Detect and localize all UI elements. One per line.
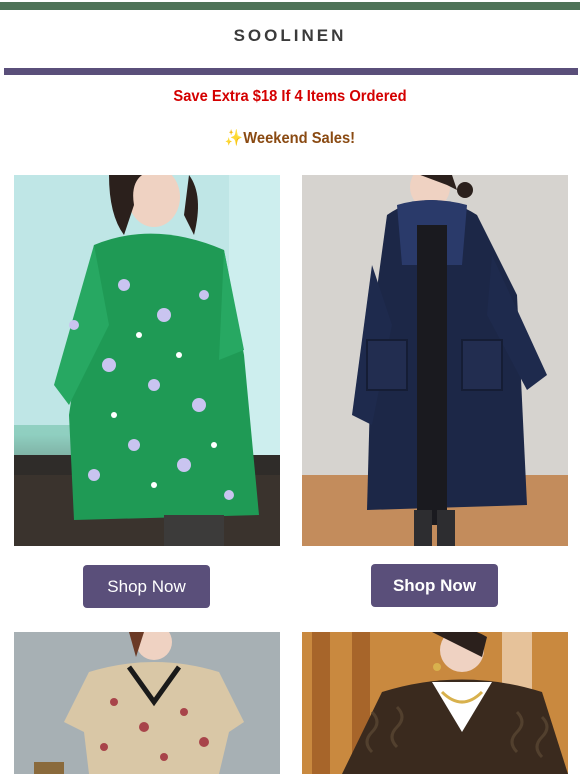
sparkles-icon: ✨ — [224, 130, 244, 147]
shop-now-button-1[interactable]: Shop Now — [83, 565, 210, 608]
navy-fleece-coat-illustration — [302, 175, 568, 546]
top-accent-bar — [0, 2, 580, 10]
weekend-sales-label: Weekend Sales! — [243, 130, 356, 147]
weekend-sales-heading: ✨Weekend Sales! — [23, 128, 557, 148]
product-image-brown-cable-cardigan[interactable] — [302, 632, 568, 774]
product-image-green-floral-shirt[interactable] — [14, 175, 280, 546]
promo-offer-text: Save Extra $18 If 4 Items Ordered — [173, 88, 407, 105]
floral-v-neck-top-illustration — [14, 632, 280, 774]
product-image-floral-v-neck-top[interactable] — [14, 632, 280, 774]
brown-cable-cardigan-illustration — [302, 632, 568, 774]
brand-logo[interactable]: SOOLINEN — [0, 26, 580, 46]
product-image-navy-fleece-coat[interactable] — [302, 175, 568, 546]
header-divider-bar — [4, 68, 578, 75]
green-floral-shirt-illustration — [14, 175, 280, 546]
shop-now-button-2[interactable]: Shop Now — [371, 564, 498, 607]
